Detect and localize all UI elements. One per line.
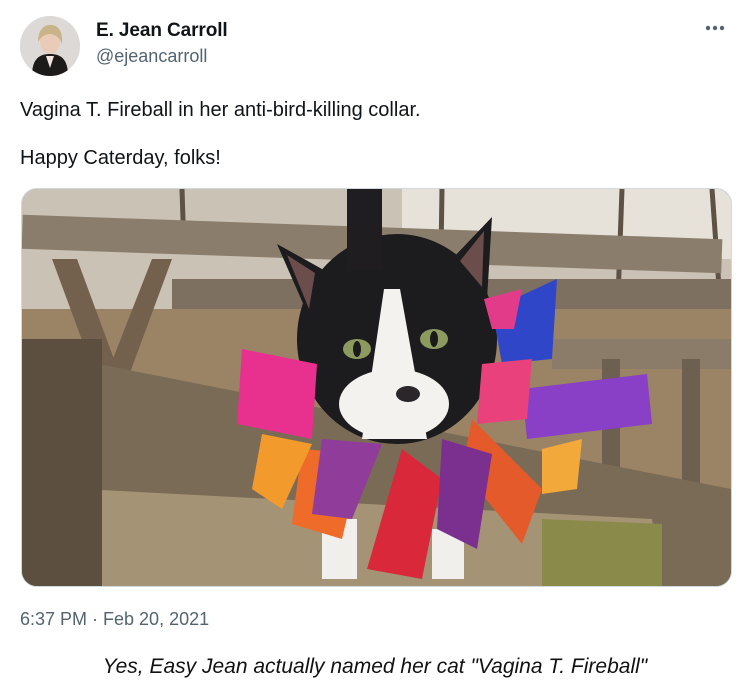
tweet-photo[interactable] [21, 188, 732, 587]
display-name[interactable]: E. Jean Carroll [96, 20, 228, 42]
tweet-text: Vagina T. Fireball in her anti-bird-kill… [20, 98, 720, 170]
user-handle[interactable]: @ejeancarroll [96, 46, 207, 67]
cat-photo [22, 189, 731, 586]
caption-text: Yes, Easy Jean actually named her cat "V… [102, 655, 648, 678]
tweet-text-line: Happy Caterday, folks! [20, 147, 221, 169]
more-options-icon[interactable] [702, 18, 728, 38]
avatar-photo [20, 16, 80, 76]
tweet-timestamp[interactable]: 6:37 PM · Feb 20, 2021 [20, 609, 209, 630]
tweet-text-line: Vagina T. Fireball in her anti-bird-kill… [20, 99, 421, 121]
avatar[interactable] [20, 16, 80, 76]
